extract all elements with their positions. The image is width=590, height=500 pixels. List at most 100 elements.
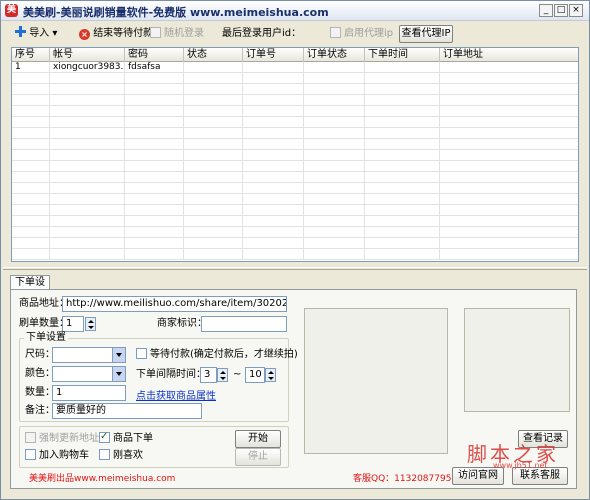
empty-table-row [12,205,578,216]
empty-table-cell [243,194,304,205]
shop-tag-input[interactable] [201,316,287,332]
shop-tag-label: 商家标识： [157,318,207,329]
empty-table-cell [304,73,365,84]
checkbox-icon [25,432,36,443]
column-header[interactable]: 帐号 [50,48,125,62]
column-header[interactable]: 订单地址 [440,48,578,62]
interval-from-input[interactable]: 3 [200,367,217,383]
table-cell [365,62,440,73]
quantity-input[interactable]: 1 [52,385,126,401]
interval-to-spinner[interactable] [265,368,276,382]
enable-proxy-checkbox[interactable]: 启用代理ip [330,26,393,42]
column-header[interactable]: 下单时间 [365,48,440,62]
product-order-checkbox[interactable]: 商品下单 [99,430,153,446]
enable-proxy-label: 启用代理ip [344,28,394,39]
wait-payment-label: 等待付款(确定付款后，才继续拍) [150,349,298,360]
empty-table-cell [184,172,243,183]
wait-payment-checkbox[interactable]: 等待付款(确定付款后，才继续拍) [136,348,298,362]
empty-table-cell [365,150,440,161]
interval-from-spinner[interactable] [217,368,228,382]
stop-button[interactable]: 停止 [235,448,281,466]
empty-table-cell [125,150,184,161]
empty-table-cell [440,194,578,205]
maximize-button[interactable]: □ [554,4,568,17]
checkbox-icon [136,348,147,359]
note-input[interactable]: 要质量好的 [52,403,202,419]
empty-table-cell [184,150,243,161]
empty-table-row [12,238,578,249]
import-button[interactable]: 导入 ▾ [15,26,57,42]
size-select[interactable] [52,347,126,363]
empty-table-row [12,95,578,106]
checkbox-icon [330,27,341,38]
start-button[interactable]: 开始 [235,430,281,448]
table-cell: fdsafsa [125,62,184,73]
empty-table-cell [12,95,50,106]
empty-table-cell [125,227,184,238]
empty-table-cell [12,139,50,150]
accounts-table[interactable]: 序号 帐号 密码 状态 订单号 订单状态 下单时间 订单地址 1 xiongcu… [11,47,579,262]
empty-table-cell [125,205,184,216]
empty-table-cell [243,95,304,106]
end-wait-payment-button[interactable]: × 结束等待付款 [79,26,153,42]
column-header[interactable]: 订单号 [243,48,304,62]
table-cell: xiongcuor3983... [50,62,125,73]
empty-table-cell [184,205,243,216]
favorite-checkbox[interactable]: 刚喜欢 [99,449,143,463]
empty-table-cell [304,205,365,216]
empty-table-cell [304,128,365,139]
random-login-checkbox[interactable]: 随机登录 [150,26,204,42]
column-header[interactable]: 状态 [184,48,243,62]
empty-table-cell [12,73,50,84]
empty-table-cell [365,139,440,150]
empty-table-cell [440,73,578,84]
empty-table-cell [304,106,365,117]
empty-table-cell [184,216,243,227]
empty-table-cell [365,172,440,183]
brush-count-input[interactable]: 1 [62,316,84,332]
empty-table-cell [50,205,125,216]
empty-table-cell [440,216,578,227]
empty-table-cell [365,205,440,216]
get-product-attributes-link[interactable]: 点击获取商品属性 [136,387,216,402]
toolbar: 导入 ▾ × 结束等待付款 随机登录 最后登录用户id： 0 启用代理ip 查看… [1,22,589,63]
empty-table-cell [50,216,125,227]
product-image-box [304,308,448,454]
tab-order-settings[interactable]: 下单设置 [10,275,50,302]
interval-to-input[interactable]: 10 [245,367,265,383]
column-header[interactable]: 订单状态 [304,48,365,62]
title-bar[interactable]: 美 美美刷-美丽说刷销量软件-免费版 www.meimeishua.com _ … [1,1,589,21]
empty-table-cell [440,205,578,216]
add-to-cart-checkbox[interactable]: 加入购物车 [25,449,89,463]
splitter[interactable] [3,267,587,270]
product-url-input[interactable]: http://www.meilishuo.com/share/item/3020… [62,296,287,312]
empty-table-row [12,194,578,205]
empty-table-cell [304,183,365,194]
empty-table-cell [440,139,578,150]
view-proxy-button[interactable]: 查看代理IP [399,25,453,43]
empty-table-cell [50,128,125,139]
minimize-button[interactable]: _ [539,4,553,17]
color-select[interactable] [52,366,126,382]
column-header[interactable]: 序号 [12,48,50,62]
close-button[interactable]: × [569,4,583,17]
empty-table-cell [50,249,125,260]
empty-table-cell [125,84,184,95]
force-update-address-label: 强制更新地址 [39,433,99,444]
brush-count-spinner[interactable] [85,317,96,331]
plus-icon [15,26,26,37]
interval-label: 下单间隔时间： [136,369,206,380]
empty-table-cell [184,128,243,139]
empty-table-cell [12,172,50,183]
empty-table-cell [184,73,243,84]
empty-table-cell [304,161,365,172]
empty-table-cell [304,216,365,227]
column-header[interactable]: 密码 [125,48,184,62]
empty-table-cell [50,194,125,205]
force-update-address-checkbox[interactable]: 强制更新地址 [25,432,99,446]
empty-table-cell [243,249,304,260]
empty-table-cell [125,238,184,249]
empty-table-cell [125,117,184,128]
table-row[interactable]: 1 xiongcuor3983... fdsafsa [12,62,578,73]
empty-table-cell [50,183,125,194]
